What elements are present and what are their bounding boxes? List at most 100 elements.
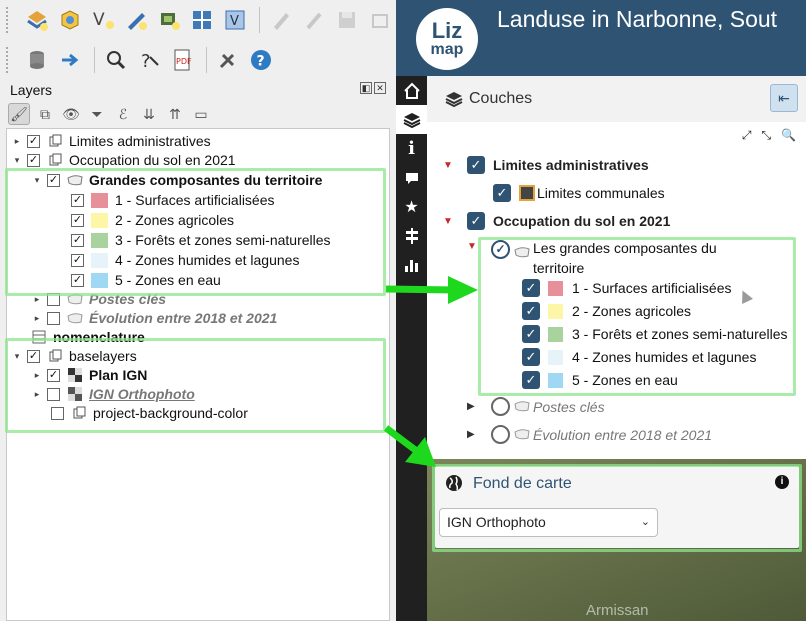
layer-checkbox[interactable] xyxy=(47,387,60,401)
arrow-right-icon[interactable] xyxy=(55,45,85,75)
identify-help-icon[interactable]: ? xyxy=(134,45,164,75)
toolbar-grip[interactable] xyxy=(6,7,12,33)
float-dock-button[interactable]: ◧ xyxy=(360,82,372,94)
expand-arrow-icon[interactable]: ▸ xyxy=(11,136,23,147)
expand-arrow-icon[interactable]: ▶ xyxy=(467,401,481,412)
expand-arrow-icon[interactable]: ▸ xyxy=(31,294,43,305)
expand-arrow-icon[interactable]: ▶ xyxy=(467,429,481,440)
liz-row-evolution[interactable]: ▶ Évolution entre 2018 et 2021 xyxy=(467,425,712,444)
digitize-vertex-icon[interactable]: V xyxy=(88,5,118,35)
legend-checkbox[interactable]: ✓ xyxy=(71,213,84,227)
liz-row-grandes-composantes[interactable]: ▼ ✓ Les grandes composantes du territoir… xyxy=(467,238,733,278)
layer-checkbox[interactable]: ✓ xyxy=(27,153,40,167)
legend-checkbox[interactable]: ✓ xyxy=(522,348,540,366)
liz-legend-surfaces[interactable]: ✓ 1 - Surfaces artificialisées xyxy=(522,279,732,297)
visibility-eye-icon[interactable]: 👁 xyxy=(60,103,82,125)
new-grid-layer-icon[interactable] xyxy=(187,5,217,35)
star-icon[interactable]: ★ xyxy=(396,192,427,221)
tree-row-baselayers[interactable]: ▾ ✓ baselayers xyxy=(11,346,137,366)
add-group-icon[interactable]: ⧉ xyxy=(34,103,56,125)
chart-icon[interactable] xyxy=(396,250,427,279)
layer-radio[interactable]: ✓ xyxy=(491,240,510,259)
layers-icon[interactable] xyxy=(396,105,427,134)
basemap-select[interactable]: IGN Orthophoto ⌄ xyxy=(439,508,658,537)
liz-legend-forets[interactable]: ✓ 3 - Forêts et zones semi-naturelles xyxy=(522,325,788,343)
expand-all-icon[interactable]: ⇊ xyxy=(138,103,160,125)
legend-row-eau[interactable]: ✓ 5 - Zones en eau xyxy=(71,270,221,290)
dock-collapse-button[interactable]: ⇤ xyxy=(770,84,798,112)
info-icon[interactable]: i xyxy=(396,134,427,163)
layer-radio[interactable] xyxy=(491,397,510,416)
tree-row-grandes-composantes[interactable]: ▾ ✓ Grandes composantes du territoire xyxy=(31,170,323,190)
tree-row-ign-orthophoto[interactable]: ▸ IGN Orthophoto xyxy=(31,384,195,404)
layer-checkbox[interactable] xyxy=(47,311,60,325)
new-virtual-layer-icon[interactable]: V xyxy=(220,5,250,35)
layer-checkbox[interactable]: ✓ xyxy=(493,184,511,202)
legend-checkbox[interactable]: ✓ xyxy=(522,371,540,389)
legend-row-humides[interactable]: ✓ 4 - Zones humides et lagunes xyxy=(71,250,299,270)
expand-arrow-icon[interactable]: ▸ xyxy=(31,389,43,400)
layer-checkbox[interactable]: ✓ xyxy=(27,134,40,148)
collapse-arrow-icon[interactable]: ▾ xyxy=(11,351,23,362)
remove-layer-icon[interactable]: ▭ xyxy=(190,103,212,125)
legend-row-surfaces[interactable]: ✓ 1 - Surfaces artificialisées xyxy=(71,190,275,210)
collapse-arrow-icon[interactable]: ▾ xyxy=(31,175,43,186)
collapse-all-icon[interactable]: ⤡ xyxy=(761,128,771,143)
layer-checkbox[interactable]: ✓ xyxy=(27,349,40,363)
help-icon[interactable]: ? xyxy=(246,45,276,75)
filter-icon[interactable]: ⏷ xyxy=(86,103,108,125)
tree-row-plan-ign[interactable]: ▸ ✓ Plan IGN xyxy=(31,365,148,385)
liz-row-limites-communales[interactable]: ✓ Limites communales xyxy=(493,184,665,202)
expand-all-icon[interactable]: ⤢ xyxy=(742,128,752,143)
comment-icon[interactable] xyxy=(396,163,427,192)
liz-row-postes-cles[interactable]: ▶ Postes clés xyxy=(467,397,605,416)
tree-row-background-color[interactable]: project-background-color xyxy=(51,403,248,423)
legend-checkbox[interactable]: ✓ xyxy=(522,302,540,320)
legend-checkbox[interactable]: ✓ xyxy=(71,253,84,267)
new-temp-layer-icon[interactable] xyxy=(154,5,184,35)
signpost-icon[interactable] xyxy=(396,221,427,250)
expand-arrow-icon[interactable]: ▸ xyxy=(31,370,43,381)
liz-legend-humides[interactable]: ✓ 4 - Zones humides et lagunes xyxy=(522,348,756,366)
collapse-arrow-icon[interactable]: ▼ xyxy=(443,216,457,227)
new-geopackage-icon[interactable] xyxy=(55,5,85,35)
tools-icon[interactable] xyxy=(213,45,243,75)
liz-legend-eau[interactable]: ✓ 5 - Zones en eau xyxy=(522,371,678,389)
toolbar-grip[interactable] xyxy=(6,47,12,73)
layer-checkbox[interactable] xyxy=(51,406,64,420)
style-brush-icon[interactable]: 🖌 xyxy=(8,103,30,125)
home-icon[interactable] xyxy=(396,76,427,105)
layer-checkbox[interactable] xyxy=(47,292,60,306)
layer-checkbox[interactable]: ✓ xyxy=(47,368,60,382)
database-icon[interactable] xyxy=(22,45,52,75)
pdf-export-icon[interactable]: PDF xyxy=(167,45,197,75)
zoom-to-layer-icon[interactable]: 🔍 xyxy=(781,128,796,143)
collapse-all-icon[interactable]: ⇈ xyxy=(164,103,186,125)
legend-checkbox[interactable]: ✓ xyxy=(71,233,84,247)
legend-checkbox[interactable]: ✓ xyxy=(71,273,84,287)
layer-checkbox[interactable]: ✓ xyxy=(467,212,485,230)
tree-row-limites-administratives[interactable]: ▸ ✓ Limites administratives xyxy=(11,131,211,151)
collapse-arrow-icon[interactable]: ▼ xyxy=(443,160,457,171)
liz-legend-agricoles[interactable]: ✓ 2 - Zones agricoles xyxy=(522,302,691,320)
tree-row-evolution[interactable]: ▸ Évolution entre 2018 et 2021 xyxy=(31,308,278,328)
expand-arrow-icon[interactable]: ▸ xyxy=(31,313,43,324)
legend-checkbox[interactable]: ✓ xyxy=(522,279,540,297)
legend-row-forets[interactable]: ✓ 3 - Forêts et zones semi-naturelles xyxy=(71,230,331,250)
legend-checkbox[interactable]: ✓ xyxy=(71,193,84,207)
close-dock-button[interactable]: ✕ xyxy=(374,82,386,94)
legend-row-agricoles[interactable]: ✓ 2 - Zones agricoles xyxy=(71,210,234,230)
legend-checkbox[interactable]: ✓ xyxy=(522,325,540,343)
edit-pencil-icon[interactable] xyxy=(121,5,151,35)
collapse-arrow-icon[interactable]: ▼ xyxy=(467,241,481,252)
new-layer-icon[interactable] xyxy=(22,5,52,35)
tree-row-occupation-du-sol[interactable]: ▾ ✓ Occupation du sol en 2021 xyxy=(11,150,236,170)
liz-row-occupation-du-sol[interactable]: ▼ ✓ Occupation du sol en 2021 xyxy=(443,212,670,230)
layer-checkbox[interactable]: ✓ xyxy=(47,173,60,187)
collapse-arrow-icon[interactable]: ▾ xyxy=(11,155,23,166)
info-circle-icon[interactable]: i xyxy=(775,475,789,489)
layer-radio[interactable] xyxy=(491,425,510,444)
zoom-magnifier-icon[interactable] xyxy=(101,45,131,75)
tree-row-postes-cles[interactable]: ▸ Postes clés xyxy=(31,289,166,309)
liz-row-limites-administratives[interactable]: ▼ ✓ Limites administratives xyxy=(443,156,649,174)
